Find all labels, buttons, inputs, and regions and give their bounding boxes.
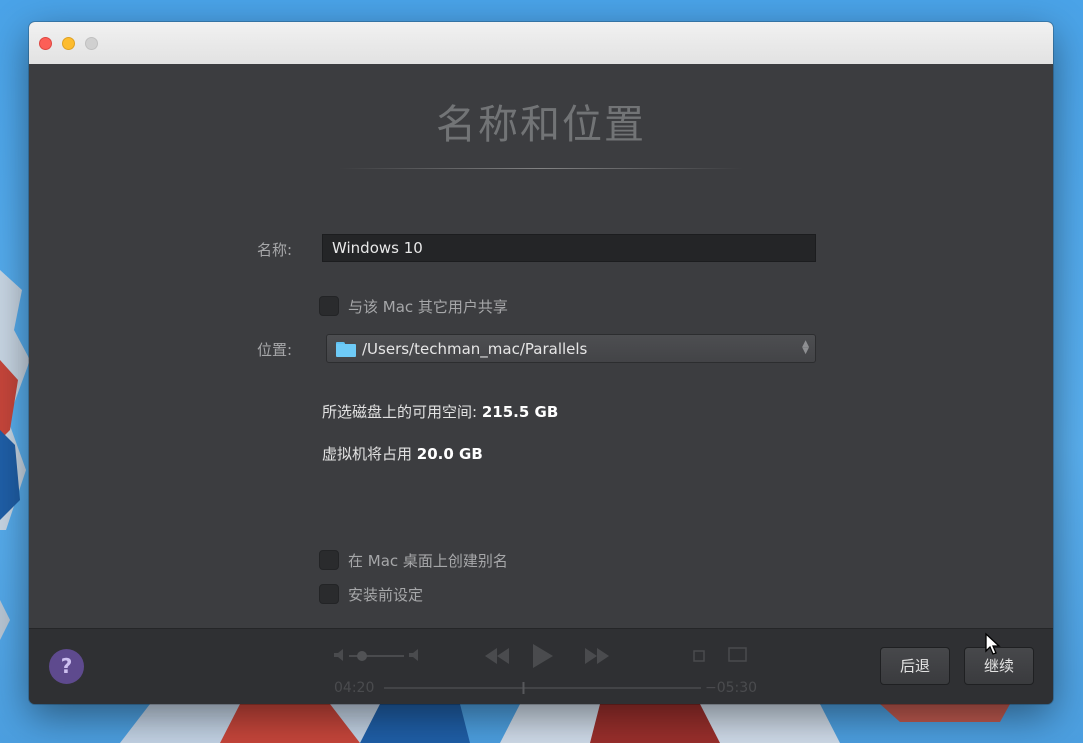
location-label: 位置: — [257, 341, 293, 359]
close-window-button[interactable] — [39, 37, 52, 50]
folder-icon — [336, 341, 356, 357]
setup-window: 名称和位置 名称: Windows 10 与该 Mac 其它用户共享 位置: /… — [29, 22, 1053, 704]
minimize-window-button[interactable] — [62, 37, 75, 50]
title-divider — [339, 168, 743, 169]
title-bar — [29, 22, 1053, 65]
chevron-updown-icon: ▲ ▼ — [802, 339, 809, 356]
free-space-info: 所选磁盘上的可用空间: 215.5 GB — [322, 401, 558, 422]
zoom-window-button[interactable] — [85, 37, 98, 50]
customize-option[interactable]: 安装前设定 — [319, 583, 423, 605]
mouse-cursor — [985, 632, 1001, 655]
video-player-overlay: 04:20 −05:30 — [329, 637, 759, 697]
page-title: 名称和位置 — [436, 102, 646, 148]
pip-icon — [728, 647, 747, 662]
help-button[interactable]: ? — [49, 649, 84, 684]
customize-checkbox-label: 安装前设定 — [348, 585, 424, 604]
remaining-time: −05:30 — [705, 680, 758, 696]
vm-size-label: 虚拟机将占用 — [322, 445, 413, 463]
name-input[interactable]: Windows 10 — [322, 234, 816, 262]
main-content: 名称和位置 名称: Windows 10 与该 Mac 其它用户共享 位置: /… — [29, 64, 1053, 628]
share-icon — [693, 650, 705, 662]
share-checkbox-label: 与该 Mac 其它用户共享 — [348, 297, 508, 316]
player-controls-art — [334, 644, 747, 694]
volume-high-icon — [409, 649, 418, 661]
free-space-value: 215.5 GB — [481, 403, 559, 421]
fast-forward-icon — [585, 648, 609, 664]
alias-checkbox[interactable] — [319, 550, 339, 570]
vm-size-value: 20.0 GB — [416, 445, 483, 463]
alias-checkbox-label: 在 Mac 桌面上创建别名 — [348, 551, 508, 570]
vm-size-info: 虚拟机将占用 20.0 GB — [322, 443, 483, 464]
share-option[interactable]: 与该 Mac 其它用户共享 — [319, 295, 508, 317]
name-label: 名称: — [257, 241, 293, 259]
volume-low-icon — [334, 649, 343, 661]
bottom-toolbar: ? 04:20 −05:30 后退 继续 — [29, 628, 1053, 704]
location-select[interactable]: /Users/techman_mac/Parallels ▲ ▼ — [326, 334, 816, 363]
share-checkbox[interactable] — [319, 296, 339, 316]
back-button[interactable]: 后退 — [880, 647, 950, 685]
play-icon — [533, 644, 553, 668]
location-path: /Users/techman_mac/Parallels — [362, 339, 588, 358]
customize-checkbox[interactable] — [319, 584, 339, 604]
elapsed-time: 04:20 — [334, 680, 375, 696]
alias-option[interactable]: 在 Mac 桌面上创建别名 — [319, 549, 508, 571]
rewind-icon — [485, 648, 509, 664]
volume-knob — [357, 651, 367, 661]
free-space-label: 所选磁盘上的可用空间: — [322, 403, 478, 421]
